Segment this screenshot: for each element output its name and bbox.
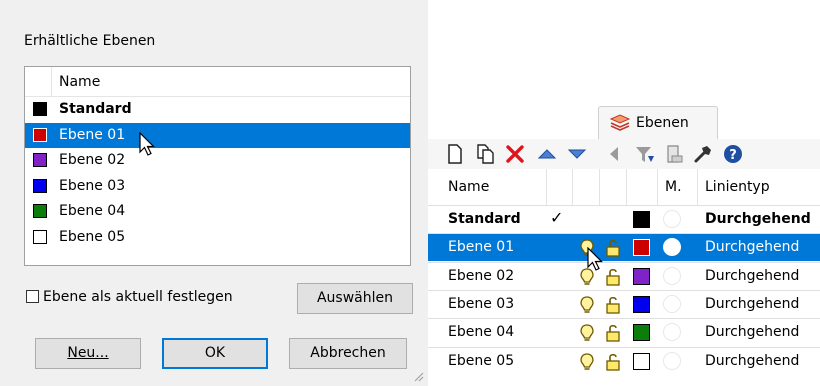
layer-color-swatch — [33, 229, 47, 244]
column-linetype[interactable]: Linientyp — [705, 179, 770, 195]
layer-color-swatch — [33, 204, 47, 218]
header-divider — [51, 67, 52, 96]
layer-linetype[interactable]: Durchgehend — [705, 296, 799, 312]
layer-linetype[interactable]: Durchgehend — [705, 239, 799, 255]
layer-row[interactable]: Ebene 03 Durchgehend — [428, 289, 820, 318]
layer-row[interactable]: Ebene 05 Durchgehend — [428, 346, 820, 375]
move-out-icon[interactable] — [604, 142, 626, 166]
layer-color-swatch — [33, 178, 47, 193]
available-layers-dialog: Erhältliche Ebenen Name Standard Ebene 01… — [0, 0, 428, 386]
new-layer-icon[interactable] — [444, 142, 466, 166]
resize-grip-icon[interactable] — [412, 370, 424, 382]
lock-icon[interactable] — [604, 323, 622, 343]
layer-name[interactable]: Ebene 04 — [448, 324, 514, 340]
layer-list-item-label: Ebene 01 — [59, 126, 126, 143]
material-circle-icon[interactable] — [663, 238, 681, 257]
column-material[interactable]: M. — [665, 179, 682, 195]
layer-color-swatch[interactable] — [633, 267, 650, 285]
layer-color-swatch — [33, 153, 47, 167]
layer-name[interactable]: Ebene 02 — [448, 268, 514, 284]
visibility-bulb-icon[interactable] — [578, 323, 596, 343]
layer-row[interactable]: Ebene 04 Durchgehend — [428, 318, 820, 346]
layer-linetype[interactable]: Durchgehend — [705, 324, 799, 340]
dialog-title: Erhältliche Ebenen — [24, 33, 156, 49]
lock-icon[interactable] — [604, 238, 622, 258]
help-icon[interactable]: ? — [722, 142, 744, 166]
set-current-label[interactable]: Ebene als aktuell festlegen — [43, 289, 233, 305]
layer-list[interactable]: Name Standard Ebene 01 Ebene 02 Ebene 03 Ebe… — [24, 66, 411, 266]
mouse-pointer-icon — [139, 132, 155, 156]
layer-list-item[interactable]: Ebene 03 — [25, 174, 410, 199]
new-sublayer-icon[interactable] — [474, 142, 496, 166]
material-circle-icon[interactable] — [663, 266, 681, 285]
move-up-icon[interactable] — [536, 142, 558, 166]
layer-list-item[interactable]: Ebene 04 — [25, 199, 410, 224]
layer-color-swatch[interactable] — [633, 352, 650, 370]
cancel-button[interactable]: Abbrechen — [289, 338, 407, 369]
layers-column-header: Name M. Linientyp — [428, 169, 820, 205]
layers-toolbar: ? — [428, 139, 820, 169]
ok-button[interactable]: OK — [162, 338, 268, 369]
layer-list-item[interactable]: Ebene 05 — [25, 225, 410, 250]
material-circle-icon[interactable] — [663, 351, 681, 370]
layers-panel: Ebenen ? Name M. Linientyp Standard ✓ Du… — [428, 0, 820, 386]
delete-icon[interactable] — [504, 142, 526, 166]
visibility-bulb-icon[interactable] — [578, 295, 596, 315]
layers-tab-icon — [609, 114, 631, 131]
tab-label: Ebenen — [636, 115, 689, 131]
layer-row[interactable]: Ebene 01 Durchgehend — [428, 233, 820, 262]
layer-name[interactable]: Ebene 05 — [448, 353, 514, 369]
layer-name[interactable]: Ebene 01 — [448, 239, 514, 255]
layer-row[interactable]: Ebene 02 Durchgehend — [428, 261, 820, 290]
visibility-bulb-icon[interactable] — [578, 352, 596, 372]
layer-linetype[interactable]: Durchgehend — [705, 268, 799, 284]
lock-icon[interactable] — [604, 267, 622, 287]
layer-list-item-label: Standard — [59, 101, 132, 117]
tab-layers[interactable]: Ebenen — [598, 106, 718, 140]
svg-text:?: ? — [729, 148, 737, 163]
move-down-icon[interactable] — [566, 142, 588, 166]
layer-color-swatch[interactable] — [633, 324, 650, 342]
new-button[interactable]: Neu... — [35, 338, 141, 369]
layer-linetype[interactable]: Durchgehend — [705, 353, 799, 369]
layer-list-item-label: Ebene 04 — [59, 203, 126, 219]
layer-list-item[interactable]: Ebene 01 — [25, 122, 410, 148]
filter-icon[interactable] — [634, 142, 656, 166]
material-circle-icon[interactable] — [663, 323, 681, 342]
layer-linetype[interactable]: Durchgehend — [705, 211, 811, 227]
layer-name[interactable]: Standard — [448, 211, 521, 227]
mouse-pointer-icon — [587, 247, 603, 271]
layer-color-swatch[interactable] — [633, 295, 650, 313]
layer-list-item[interactable]: Standard — [25, 97, 410, 122]
material-circle-icon[interactable] — [663, 210, 681, 228]
layer-list-item-label: Ebene 05 — [59, 228, 126, 245]
column-header-name[interactable]: Name — [59, 74, 100, 90]
layer-list-item-label: Ebene 03 — [59, 177, 126, 194]
lock-icon[interactable] — [604, 352, 622, 372]
layer-name[interactable]: Ebene 03 — [448, 296, 514, 312]
lock-icon[interactable] — [604, 295, 622, 315]
column-name[interactable]: Name — [448, 179, 489, 195]
layer-color-swatch[interactable] — [633, 211, 650, 228]
material-circle-icon[interactable] — [663, 294, 681, 313]
layer-list-item-label: Ebene 02 — [59, 152, 126, 168]
layer-color-swatch — [33, 102, 47, 116]
layer-list-item[interactable]: Ebene 02 — [25, 148, 410, 173]
list-header: Name — [25, 67, 410, 97]
layer-color-swatch — [32, 126, 48, 143]
layer-row[interactable]: Standard ✓ Durchgehend — [428, 205, 820, 233]
select-button[interactable]: Auswählen — [297, 283, 413, 314]
set-current-checkbox[interactable] — [26, 290, 39, 303]
current-layer-check-icon[interactable]: ✓ — [550, 208, 563, 227]
layer-color-swatch[interactable] — [633, 239, 650, 257]
panel-tabstrip: Ebenen — [428, 99, 820, 140]
layer-state-icon[interactable] — [664, 142, 686, 166]
tools-icon[interactable] — [692, 142, 714, 166]
